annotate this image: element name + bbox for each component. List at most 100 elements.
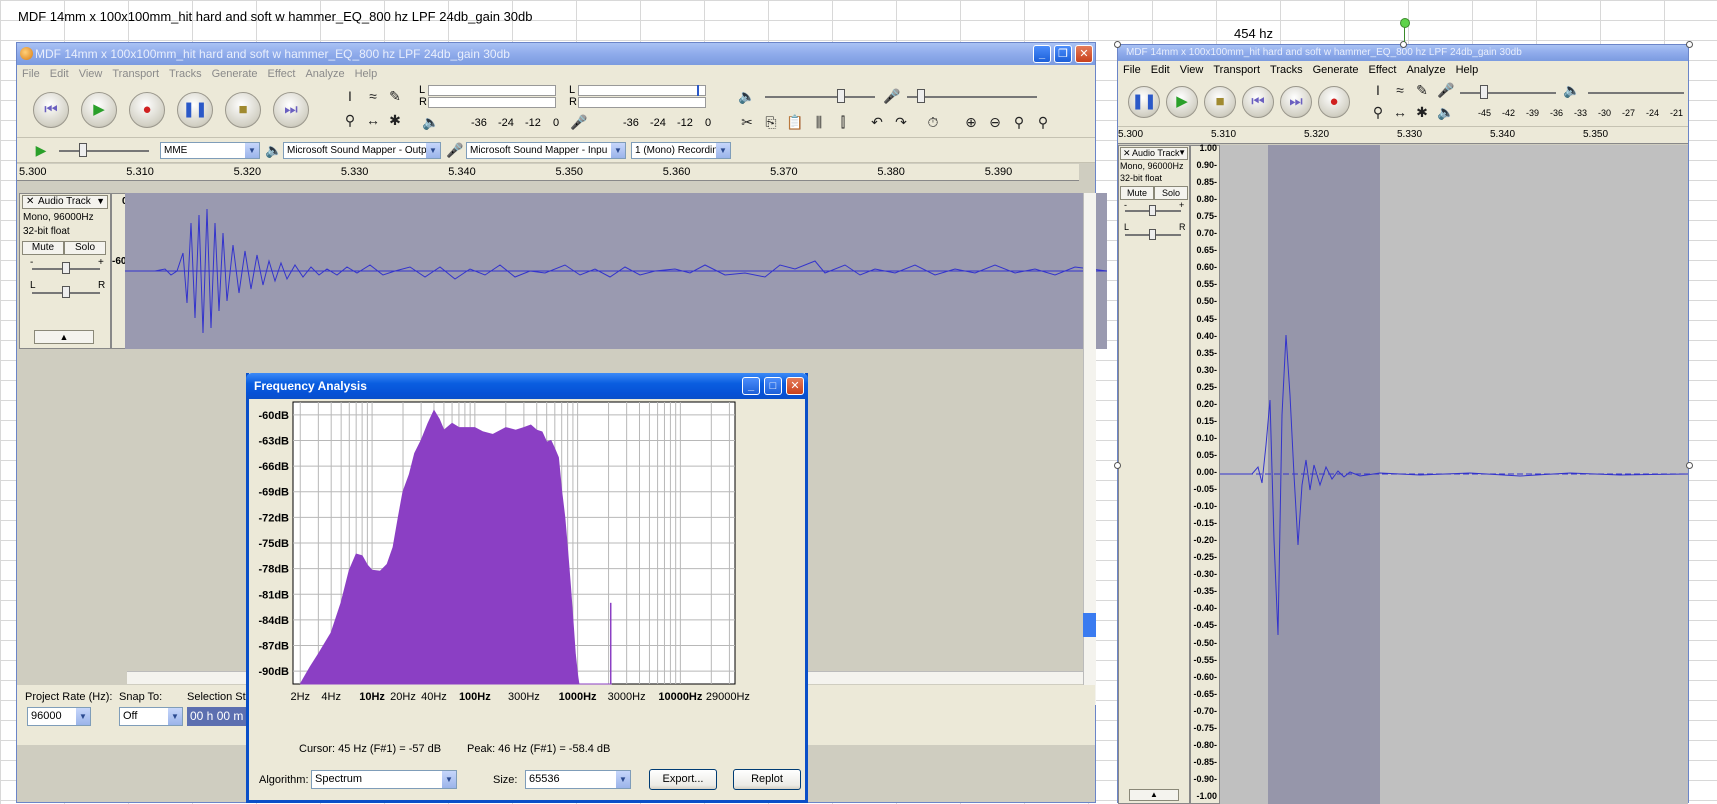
embedded-input-thumb[interactable] xyxy=(1480,85,1488,99)
image-resize-handle-tr[interactable] xyxy=(1686,41,1693,48)
stop-button[interactable]: ■ xyxy=(225,92,261,128)
copy-icon[interactable]: ⎘ xyxy=(761,112,781,132)
main-titlebar[interactable]: MDF 14mm x 100x100mm_hit hard and soft w… xyxy=(17,43,1095,65)
play-button[interactable]: ▶ xyxy=(81,92,117,128)
image-resize-handle-right[interactable] xyxy=(1686,462,1693,469)
embedded-skip-start-button[interactable]: ⏮ xyxy=(1242,86,1274,118)
track-menu-button[interactable]: ✕ Audio Track ▼ xyxy=(22,195,108,209)
timeshift-tool-icon[interactable]: ↔ xyxy=(363,110,383,130)
embedded-timeline-ruler[interactable]: 5.300 5.310 5.320 5.330 5.340 5.350 xyxy=(1118,127,1688,144)
trim-icon[interactable]: ⫼ xyxy=(809,112,829,132)
embedded-input-slider[interactable] xyxy=(1460,92,1556,94)
embedded-menu-view[interactable]: View xyxy=(1175,61,1209,80)
main-menu-analyze[interactable]: Analyze xyxy=(300,65,349,84)
record-button[interactable]: ● xyxy=(129,92,165,128)
input-volume-slider[interactable] xyxy=(907,96,1037,98)
embedded-gain-thumb[interactable] xyxy=(1149,205,1156,216)
skip-end-button[interactable]: ⏭ xyxy=(273,92,309,128)
draw-tool-icon[interactable]: ✎ xyxy=(385,86,405,106)
embedded-zoom-tool-icon[interactable]: ⚲ xyxy=(1368,102,1388,122)
embedded-stop-button[interactable]: ■ xyxy=(1204,86,1236,118)
input-volume-thumb[interactable] xyxy=(917,89,925,103)
input-channels-select[interactable]: 1 (Mono) Recordin ▼ xyxy=(631,142,731,159)
pause-button[interactable]: ❚❚ xyxy=(177,92,213,128)
embedded-timeshift-tool-icon[interactable]: ↔ xyxy=(1390,102,1410,122)
close-track-icon[interactable]: ✕ xyxy=(26,196,34,207)
sync-lock-icon[interactable]: ⏱ xyxy=(923,112,943,132)
timeline-ruler[interactable]: 5.300 5.310 5.320 5.330 5.340 5.350 5.360 5.370… xyxy=(17,164,1079,181)
main-menu-generate[interactable]: Generate xyxy=(207,65,263,84)
minimize-button[interactable]: _ xyxy=(1033,45,1051,63)
embedded-pause-button[interactable]: ❚❚ xyxy=(1128,86,1160,118)
selection-tool-icon[interactable]: I xyxy=(340,86,360,106)
image-resize-handle-left[interactable] xyxy=(1114,462,1121,469)
vertical-scroll-thumb[interactable] xyxy=(1083,613,1096,637)
embedded-mute-button[interactable]: Mute xyxy=(1120,186,1154,200)
embedded-menu-tracks[interactable]: Tracks xyxy=(1265,61,1308,80)
zoom-in-icon[interactable]: ⊕ xyxy=(961,112,981,132)
main-menu-tracks[interactable]: Tracks xyxy=(164,65,207,84)
play-speed-thumb[interactable] xyxy=(79,143,87,157)
audio-host-select[interactable]: MME ▼ xyxy=(160,142,260,159)
embedded-menu-edit[interactable]: Edit xyxy=(1146,61,1175,80)
dialog-titlebar[interactable]: Frequency Analysis _ □ ✕ xyxy=(246,373,808,399)
close-button[interactable]: ✕ xyxy=(1075,45,1093,63)
dialog-minimize-button[interactable]: _ xyxy=(742,377,760,395)
embedded-menu-transport[interactable]: Transport xyxy=(1208,61,1265,80)
embedded-menu-help[interactable]: Help xyxy=(1451,61,1484,80)
microphone-icon[interactable]: 🎤 xyxy=(569,112,589,132)
image-resize-handle-top[interactable] xyxy=(1400,41,1407,48)
embedded-mic-icon[interactable]: 🎤 xyxy=(1436,80,1456,100)
embedded-collapse-track-button[interactable]: ▲ xyxy=(1129,789,1179,801)
embedded-multi-tool-icon[interactable]: ✱ xyxy=(1412,102,1432,122)
embedded-menu-generate[interactable]: Generate xyxy=(1308,61,1364,80)
gain-thumb[interactable] xyxy=(62,262,70,274)
zoom-out-icon[interactable]: ⊖ xyxy=(985,112,1005,132)
project-rate-select[interactable]: 96000 ▼ xyxy=(27,707,91,726)
embedded-menu-analyze[interactable]: Analyze xyxy=(1401,61,1450,80)
image-rotate-handle[interactable] xyxy=(1400,18,1410,28)
paste-icon[interactable]: 📋 xyxy=(785,112,805,132)
embedded-solo-button[interactable]: Solo xyxy=(1154,186,1188,200)
envelope-tool-icon[interactable]: ≈ xyxy=(363,86,383,106)
embedded-selection-tool-icon[interactable]: I xyxy=(1368,80,1388,100)
dialog-close-button[interactable]: ✕ xyxy=(786,377,804,395)
close-track-icon[interactable]: ✕ xyxy=(1123,148,1131,159)
restore-button[interactable]: ❐ xyxy=(1054,45,1072,63)
embedded-play-button[interactable]: ▶ xyxy=(1166,86,1198,118)
export-button[interactable]: Export... xyxy=(649,769,717,790)
play-speed-slider[interactable] xyxy=(59,150,149,152)
main-menu-transport[interactable]: Transport xyxy=(107,65,164,84)
output-device-select[interactable]: Microsoft Sound Mapper - Outpu ▼ xyxy=(283,142,441,159)
fit-project-icon[interactable]: ⚲ xyxy=(1033,112,1053,132)
multi-tool-icon[interactable]: ✱ xyxy=(385,110,405,130)
embedded-draw-tool-icon[interactable]: ✎ xyxy=(1412,80,1432,100)
selection-start-field[interactable]: 00 h 00 m xyxy=(187,707,251,726)
play-at-speed-icon[interactable]: ▶ xyxy=(31,140,51,160)
undo-icon[interactable]: ↶ xyxy=(867,112,887,132)
main-menu-effect[interactable]: Effect xyxy=(263,65,301,84)
output-volume-thumb[interactable] xyxy=(837,89,845,103)
main-waveform[interactable] xyxy=(125,193,1107,349)
spectrum-plot[interactable]: -60dB -63dB -66dB -69dB -72dB -75dB -78dB -81dB… xyxy=(249,401,805,743)
embedded-envelope-tool-icon[interactable]: ≈ xyxy=(1390,80,1410,100)
embedded-waveform[interactable] xyxy=(1220,145,1688,804)
fit-selection-icon[interactable]: ⚲ xyxy=(1009,112,1029,132)
output-volume-slider[interactable] xyxy=(765,96,875,98)
speaker-icon[interactable]: 🔈 xyxy=(421,112,441,132)
snap-to-select[interactable]: Off ▼ xyxy=(119,707,183,726)
collapse-track-button[interactable]: ▲ xyxy=(34,330,94,344)
pan-thumb[interactable] xyxy=(62,286,70,298)
embedded-menu-effect[interactable]: Effect xyxy=(1364,61,1402,80)
embedded-menu-file[interactable]: File xyxy=(1118,61,1146,80)
embedded-track-menu-button[interactable]: ✕ Audio Track ▼ xyxy=(1120,147,1188,160)
embedded-pan-thumb[interactable] xyxy=(1149,229,1156,240)
input-device-select[interactable]: Microsoft Sound Mapper - Inpu ▼ xyxy=(466,142,626,159)
mute-button[interactable]: Mute xyxy=(22,241,64,255)
embedded-record-button[interactable]: ● xyxy=(1318,86,1350,118)
size-select[interactable]: 65536 ▼ xyxy=(525,770,631,789)
image-resize-handle-tl[interactable] xyxy=(1114,41,1121,48)
main-menu-help[interactable]: Help xyxy=(350,65,383,84)
silence-icon[interactable]: ⫿ xyxy=(833,112,853,132)
cut-icon[interactable]: ✂ xyxy=(737,112,757,132)
